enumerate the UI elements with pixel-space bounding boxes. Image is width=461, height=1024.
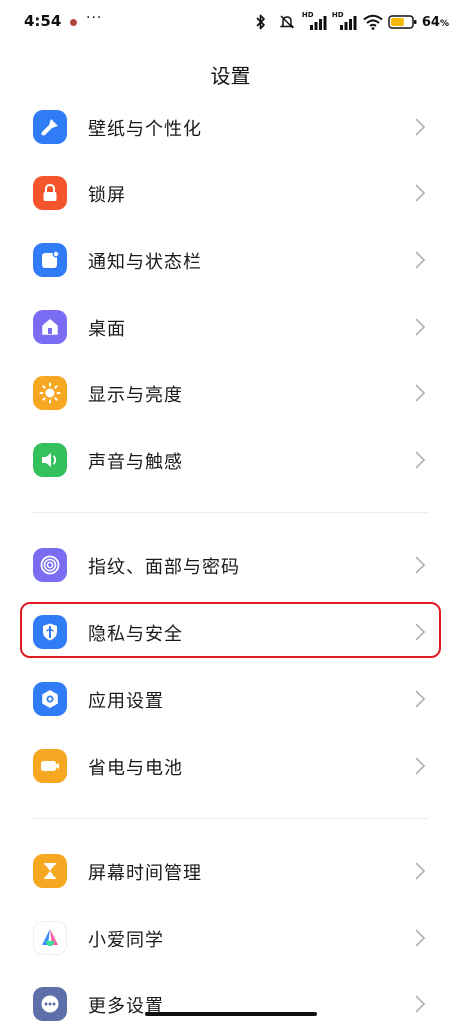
battery-icon — [33, 749, 67, 783]
chevron-right-icon — [415, 929, 426, 947]
chevron-right-icon — [415, 384, 426, 402]
notification-dot-icon — [70, 19, 77, 26]
chevron-right-icon — [415, 995, 426, 1013]
settings-item-notifications[interactable]: 通知与状态栏 — [0, 227, 461, 293]
home-indicator[interactable] — [145, 1012, 317, 1016]
more-notifications-icon: ··· — [86, 10, 103, 26]
status-icons: HD HD 64% — [250, 9, 449, 35]
chevron-right-icon — [415, 556, 426, 574]
settings-item-display[interactable]: 显示与亮度 — [0, 360, 461, 426]
settings-item-lockscreen[interactable]: 锁屏 — [0, 160, 461, 226]
privacy-highlight-box — [20, 602, 441, 658]
notification-icon — [33, 243, 67, 277]
status-bar: 4:54 ··· HD HD 64% — [0, 0, 461, 44]
wifi-icon — [362, 11, 384, 33]
chevron-right-icon — [415, 862, 426, 880]
settings-item-sound[interactable]: 声音与触感 — [0, 427, 461, 493]
chevron-right-icon — [415, 451, 426, 469]
home-icon — [33, 310, 67, 344]
settings-item-desktop[interactable]: 桌面 — [0, 294, 461, 360]
settings-item-label: 省电与电池 — [88, 758, 183, 779]
fingerprint-icon — [33, 548, 67, 582]
section-divider — [33, 512, 428, 513]
chevron-right-icon — [415, 118, 426, 136]
settings-item-screen-time[interactable]: 屏幕时间管理 — [0, 838, 461, 904]
paintbrush-icon — [33, 110, 67, 144]
mute-bell-icon — [276, 11, 298, 33]
settings-item-label: 锁屏 — [88, 185, 126, 206]
settings-item-label: 桌面 — [88, 319, 126, 340]
battery-percentage: 64% — [421, 14, 449, 30]
settings-item-label: 小爱同学 — [88, 930, 164, 951]
bluetooth-icon — [250, 11, 272, 33]
settings-item-label: 显示与亮度 — [88, 385, 183, 406]
settings-item-label: 通知与状态栏 — [88, 252, 202, 273]
hd-label-2: HD — [331, 11, 344, 19]
hd-label-1: HD — [301, 11, 314, 19]
xiaoai-icon — [33, 921, 67, 955]
speaker-icon — [33, 443, 67, 477]
settings-item-more[interactable]: 更多设置 — [0, 971, 461, 1024]
settings-item-label: 声音与触感 — [88, 452, 183, 473]
status-time: 4:54 — [24, 12, 62, 30]
signal-hd-2-icon: HD — [332, 11, 358, 33]
chevron-right-icon — [415, 690, 426, 708]
section-divider — [33, 818, 428, 819]
chevron-right-icon — [415, 184, 426, 202]
chevron-right-icon — [415, 318, 426, 336]
chevron-right-icon — [415, 251, 426, 269]
settings-item-label: 壁纸与个性化 — [88, 119, 202, 140]
chevron-right-icon — [415, 757, 426, 775]
sun-icon — [33, 376, 67, 410]
settings-item-label: 屏幕时间管理 — [88, 863, 202, 884]
settings-item-label: 应用设置 — [88, 691, 164, 712]
settings-screen: 4:54 ··· HD HD 64% 设置 壁纸与个性化 锁屏 通知与状态栏 桌… — [0, 0, 461, 1024]
settings-item-battery[interactable]: 省电与电池 — [0, 733, 461, 799]
page-title: 设置 — [210, 64, 251, 88]
app-settings-icon — [33, 682, 67, 716]
settings-item-xiaoai[interactable]: 小爱同学 — [0, 905, 461, 971]
hourglass-icon — [33, 854, 67, 888]
settings-item-fingerprint[interactable]: 指纹、面部与密码 — [0, 532, 461, 598]
settings-item-wallpaper[interactable]: 壁纸与个性化 — [0, 94, 461, 160]
settings-item-label: 指纹、面部与密码 — [88, 557, 240, 578]
more-icon — [33, 987, 67, 1021]
battery-status-icon — [388, 11, 418, 33]
settings-item-app-settings[interactable]: 应用设置 — [0, 666, 461, 732]
signal-hd-1-icon: HD — [302, 11, 328, 33]
lock-icon — [33, 176, 67, 210]
